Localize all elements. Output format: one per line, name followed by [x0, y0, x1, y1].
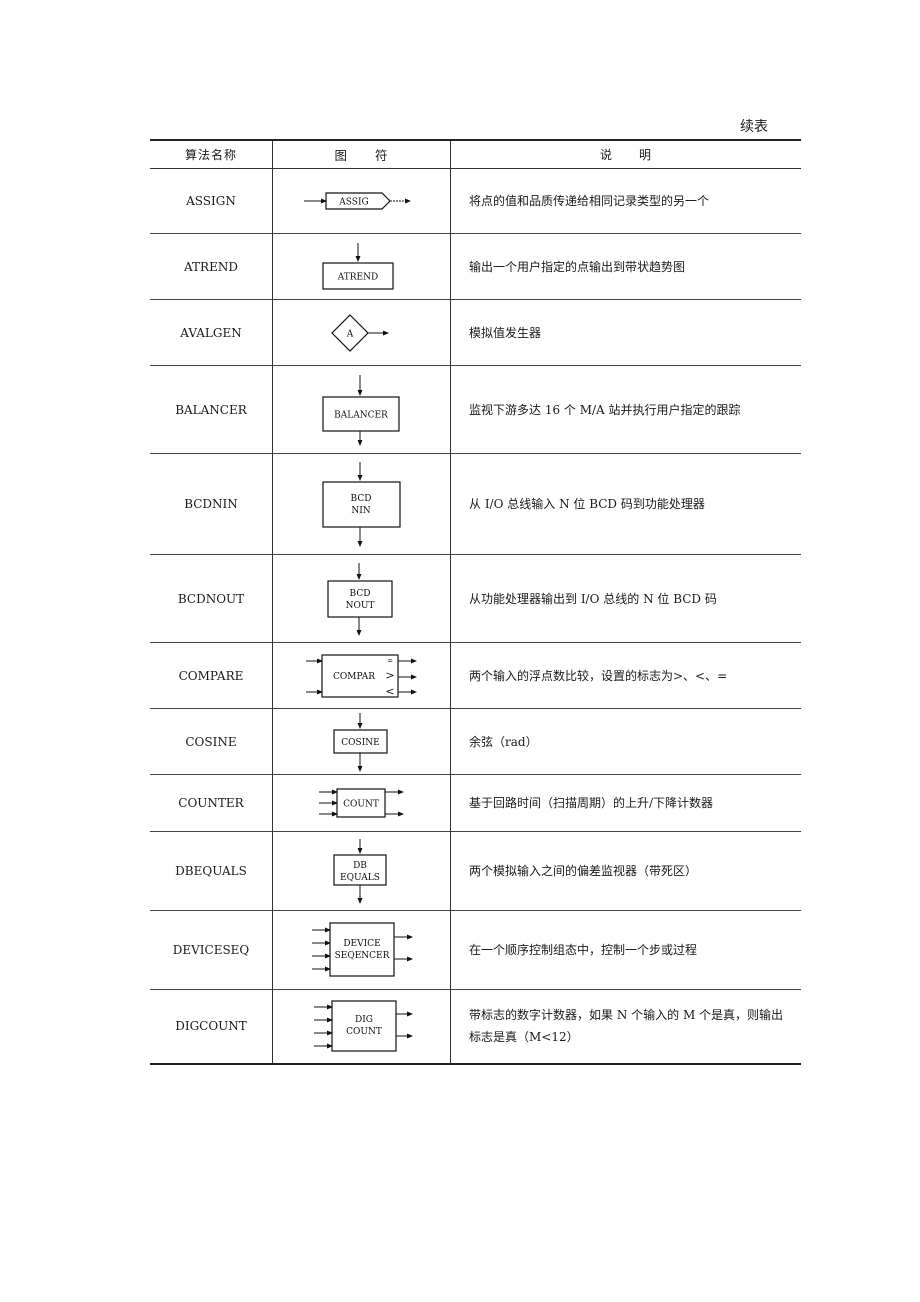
block-label-line-1: DIG: [355, 1015, 373, 1025]
block-label-line-2: SEQENCER: [334, 951, 389, 961]
description: 在一个顺序控制组态中，控制一个步或过程: [469, 943, 698, 957]
table-row: DEVICESEQ DEVICE SEQENCER 在一个顺序控制组态中，控制一…: [150, 910, 801, 990]
description: 模拟值发生器: [469, 325, 542, 340]
algorithm-name: COUNTER: [178, 796, 244, 810]
algorithm-name: DEVICESEQ: [172, 943, 250, 957]
description: 余弦（rad）: [469, 734, 538, 749]
symbol-cell: ATREND: [272, 233, 451, 300]
block-outline: [321, 481, 401, 528]
block-label-line-1: DB: [353, 861, 367, 871]
table-row: DBEQUALS DB EQUALS 两个模拟输入之间的偏差监视器（带死区）: [150, 831, 801, 911]
symbol-cell: COMPAR = > <: [272, 642, 451, 709]
algorithm-name: ATREND: [184, 259, 238, 274]
flag-equal: =: [387, 657, 393, 665]
table-row: COSINE COSINE 余弦（rad）: [150, 708, 801, 775]
table-row: COMPARE COMPAR = > < 两个输入的浮点数比较，设置的标志为>、…: [150, 642, 801, 709]
description: 从 I/O 总线输入 N 位 BCD 码到功能处理器: [469, 497, 705, 511]
algorithm-name: DBEQUALS: [175, 864, 247, 878]
algorithm-table: 算法名称 图 符 说 明 ASSIGN ASSIG 将点的值和品质传递给相同记录…: [150, 139, 801, 1065]
algorithm-name: BCDNIN: [184, 497, 238, 511]
atrend-block-symbol: ATREND: [321, 242, 394, 290]
description: 基于回路时间（扫描周期）的上升/下降计数器: [469, 796, 714, 810]
description: 两个输入的浮点数比较，设置的标志为>、<、=: [469, 668, 728, 683]
description: 将点的值和品质传递给相同记录类型的另一个: [469, 194, 710, 208]
header-symbol: 图 符: [272, 140, 451, 169]
table-row: BALANCER BALANCER 监视下游多达 16 个 M/A 站并执行用户…: [150, 365, 801, 454]
block-outline: [330, 1000, 397, 1052]
table-row: DIGCOUNT DIG COUNT 带标志的数字计数器，如果 N 个输入的 M…: [150, 989, 801, 1064]
avalgen-diamond-symbol: A: [330, 313, 389, 352]
block-label: COSINE: [341, 738, 379, 748]
balancer-block-symbol: BALANCER: [321, 374, 400, 446]
block-label: ATREND: [336, 272, 377, 282]
block-label: BALANCER: [334, 410, 388, 420]
cosine-block-symbol: COSINE: [332, 712, 388, 772]
table-row: ASSIGN ASSIG 将点的值和品质传递给相同记录类型的另一个: [150, 168, 801, 234]
bcdnin-block-symbol: BCD NIN: [321, 462, 401, 547]
algorithm-name: COMPARE: [178, 668, 244, 683]
header-algorithm-name: 算法名称: [184, 148, 237, 162]
algorithm-name: DIGCOUNT: [175, 1019, 247, 1034]
block-label: COMPAR: [333, 672, 375, 682]
block-label: ASSIG: [338, 198, 368, 208]
table-row: BCDNIN BCD NIN 从 I/O 总线输入 N 位 BCD 码到功能处理…: [150, 453, 801, 555]
table-header-row: 算法名称 图 符 说 明: [150, 140, 801, 169]
algorithm-name: ASSIGN: [186, 194, 236, 208]
block-label: COUNT: [343, 800, 379, 810]
symbol-cell: A: [272, 299, 451, 366]
symbol-cell: DEVICE SEQENCER: [272, 910, 451, 990]
block-label-line-2: NOUT: [345, 601, 374, 611]
algorithm-name: BALANCER: [175, 402, 247, 417]
table-row: AVALGEN A 模拟值发生器: [150, 299, 801, 366]
description: 带标志的数字计数器，如果 N 个输入的 M 个是真，则输出标志是真（M<12）: [469, 1008, 784, 1045]
symbol-cell: COUNT: [272, 774, 451, 832]
deviceseq-block-symbol: DEVICE SEQENCER: [311, 922, 413, 977]
diamond-label: A: [345, 329, 353, 339]
symbol-cell: COSINE: [272, 708, 451, 775]
block-label-line-1: DEVICE: [343, 939, 380, 949]
assign-block-symbol: ASSIG: [303, 192, 411, 210]
block-label-line-2: EQUALS: [340, 873, 380, 883]
bcdnout-block-symbol: BCD NOUT: [326, 562, 393, 636]
flag-greater: >: [385, 669, 394, 682]
block-label-line-1: BCD: [349, 589, 370, 599]
symbol-cell: BCD NOUT: [272, 554, 451, 643]
description: 监视下游多达 16 个 M/A 站并执行用户指定的跟踪: [469, 402, 741, 417]
block-label-line-2: COUNT: [346, 1027, 382, 1037]
flag-less: <: [385, 685, 394, 698]
counter-block-symbol: COUNT: [318, 788, 404, 818]
block-label-line-1: BCD: [350, 494, 371, 504]
symbol-cell: DIG COUNT: [272, 989, 451, 1064]
symbol-cell: BALANCER: [272, 365, 451, 454]
algorithm-name: AVALGEN: [180, 325, 242, 340]
continued-label: 续表: [740, 119, 768, 135]
table-row: BCDNOUT BCD NOUT 从功能处理器输出到 I/O 总线的 N 位 B…: [150, 554, 801, 643]
symbol-cell: BCD NIN: [272, 453, 451, 555]
block-label-line-2: NIN: [351, 506, 370, 516]
dbequals-block-symbol: DB EQUALS: [332, 839, 387, 904]
algorithm-name: BCDNOUT: [177, 591, 245, 606]
header-description: 说 明: [599, 147, 652, 162]
description: 从功能处理器输出到 I/O 总线的 N 位 BCD 码: [469, 591, 717, 606]
compare-block-symbol: COMPAR = > <: [305, 653, 417, 698]
table-row: ATREND ATREND 输出一个用户指定的点输出到带状趋势图: [150, 233, 801, 300]
symbol-cell: ASSIG: [272, 168, 451, 234]
symbol-cell: DB EQUALS: [272, 831, 451, 911]
block-outline: [326, 579, 393, 618]
block-outline: [328, 922, 395, 977]
table-row: COUNTER COUNT 基于回路时间（扫描周期）的上升/下降计数器: [150, 774, 801, 832]
digcount-block-symbol: DIG COUNT: [313, 1000, 413, 1052]
description: 输出一个用户指定的点输出到带状趋势图: [469, 259, 686, 274]
description: 两个模拟输入之间的偏差监视器（带死区）: [469, 864, 698, 878]
algorithm-name: COSINE: [185, 734, 237, 749]
